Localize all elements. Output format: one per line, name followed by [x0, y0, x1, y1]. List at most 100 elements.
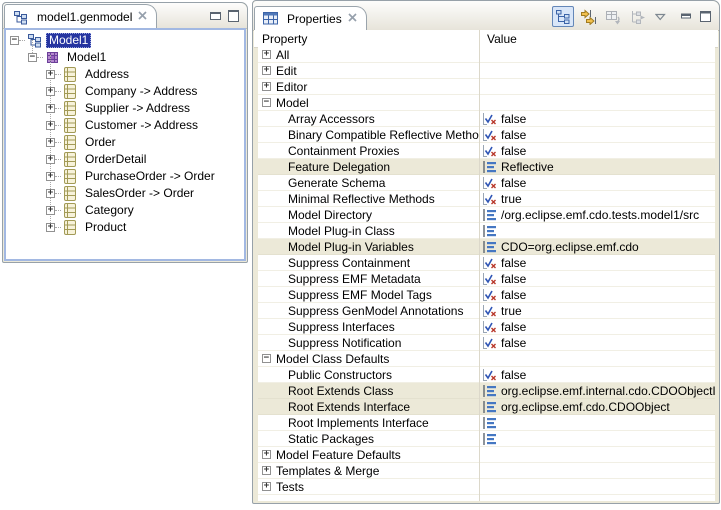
- property-value-cell[interactable]: false: [479, 368, 715, 382]
- tree-item-label[interactable]: Supplier -> Address: [82, 101, 193, 116]
- tree-item-product[interactable]: + Product: [6, 219, 244, 236]
- expand-toggle[interactable]: +: [46, 206, 55, 215]
- property-value-cell[interactable]: false: [479, 144, 715, 158]
- property-value-cell[interactable]: true: [479, 304, 715, 318]
- property-row-minimal-reflective-methods[interactable]: Minimal Reflective Methodstrue: [258, 191, 715, 207]
- property-value-cell[interactable]: /org.eclipse.emf.cdo.tests.model1/src: [479, 208, 715, 222]
- category-row-model-feature-defaults[interactable]: +Model Feature Defaults: [258, 447, 715, 463]
- tree-item-label[interactable]: OrderDetail: [82, 152, 149, 167]
- property-row-model-directory[interactable]: Model Directory/org.eclipse.emf.cdo.test…: [258, 207, 715, 223]
- view-menu-icon[interactable]: [652, 6, 668, 27]
- tree-item-model1[interactable]: − Model1: [6, 32, 244, 49]
- expand-toggle[interactable]: +: [262, 82, 271, 91]
- tree-item-supplier-address[interactable]: + Supplier -> Address: [6, 100, 244, 117]
- minimize-icon[interactable]: [210, 12, 221, 20]
- tree-item-address[interactable]: + Address: [6, 66, 244, 83]
- category-row-tests[interactable]: +Tests: [258, 479, 715, 495]
- property-value-cell[interactable]: false: [479, 272, 715, 286]
- property-value-cell[interactable]: [479, 224, 715, 238]
- expand-toggle[interactable]: +: [46, 104, 55, 113]
- category-row-model-class-defaults[interactable]: −Model Class Defaults: [258, 351, 715, 367]
- property-value-cell[interactable]: false: [479, 128, 715, 142]
- property-row-generate-schema[interactable]: Generate Schemafalse: [258, 175, 715, 191]
- property-row-suppress-emf-metadata[interactable]: Suppress EMF Metadatafalse: [258, 271, 715, 287]
- column-header-value[interactable]: Value: [480, 32, 517, 46]
- property-row-containment-proxies[interactable]: Containment Proxiesfalse: [258, 143, 715, 159]
- expand-toggle[interactable]: +: [262, 466, 271, 475]
- category-row-editor[interactable]: +Editor: [258, 79, 715, 95]
- property-row-model-plug-in-variables[interactable]: Model Plug-in VariablesCDO=org.eclipse.e…: [258, 239, 715, 255]
- tree-item-customer-address[interactable]: + Customer -> Address: [6, 117, 244, 134]
- property-row-suppress-notification[interactable]: Suppress Notificationfalse: [258, 335, 715, 351]
- property-row-suppress-interfaces[interactable]: Suppress Interfacesfalse: [258, 319, 715, 335]
- expand-toggle[interactable]: +: [262, 66, 271, 75]
- category-row-edit[interactable]: +Edit: [258, 63, 715, 79]
- property-value-cell[interactable]: [479, 416, 715, 430]
- property-row-suppress-genmodel-annotations[interactable]: Suppress GenModel Annotationstrue: [258, 303, 715, 319]
- tree-item-purchaseorder-order[interactable]: + PurchaseOrder -> Order: [6, 168, 244, 185]
- show-categories-icon[interactable]: [552, 6, 574, 27]
- tree-item-label[interactable]: PurchaseOrder -> Order: [82, 169, 218, 184]
- tree-item-label[interactable]: Model1: [46, 33, 91, 48]
- property-value-cell[interactable]: org.eclipse.emf.internal.cdo.CDOObjectIm…: [479, 384, 715, 398]
- tree-item-model1[interactable]: − Model1: [6, 49, 244, 66]
- tree-item-label[interactable]: Company -> Address: [82, 84, 200, 99]
- tree-item-order[interactable]: + Order: [6, 134, 244, 151]
- property-value-cell[interactable]: false: [479, 336, 715, 350]
- property-value-cell[interactable]: Reflective: [479, 160, 715, 174]
- expand-toggle[interactable]: +: [262, 50, 271, 59]
- property-row-static-packages[interactable]: Static Packages: [258, 431, 715, 447]
- property-row-root-extends-interface[interactable]: Root Extends Interfaceorg.eclipse.emf.cd…: [258, 399, 715, 415]
- property-value-cell[interactable]: false: [479, 256, 715, 270]
- property-value-cell[interactable]: CDO=org.eclipse.emf.cdo: [479, 240, 715, 254]
- close-icon[interactable]: [347, 12, 358, 26]
- category-row-templates-merge[interactable]: +Templates & Merge: [258, 463, 715, 479]
- tree-item-label[interactable]: Customer -> Address: [82, 118, 201, 133]
- tree-item-label[interactable]: Product: [82, 220, 129, 235]
- property-value-cell[interactable]: org.eclipse.emf.cdo.CDOObject: [479, 400, 715, 414]
- tab-properties[interactable]: Properties: [254, 6, 367, 31]
- property-row-public-constructors[interactable]: Public Constructorsfalse: [258, 367, 715, 383]
- expand-toggle[interactable]: −: [262, 98, 271, 107]
- tree-item-orderdetail[interactable]: + OrderDetail: [6, 151, 244, 168]
- minimize-icon[interactable]: [678, 6, 694, 27]
- property-value-cell[interactable]: false: [479, 176, 715, 190]
- expand-toggle[interactable]: +: [46, 70, 55, 79]
- expand-toggle[interactable]: +: [46, 138, 55, 147]
- property-row-binary-compatible-reflective-methods[interactable]: Binary Compatible Reflective Methodsfals…: [258, 127, 715, 143]
- category-row-model[interactable]: −Model: [258, 95, 715, 111]
- property-value-cell[interactable]: true: [479, 192, 715, 206]
- tab-model1-genmodel[interactable]: model1.genmodel: [4, 4, 157, 29]
- property-value-cell[interactable]: false: [479, 288, 715, 302]
- column-header-property[interactable]: Property: [254, 30, 480, 47]
- expand-toggle[interactable]: +: [46, 121, 55, 130]
- tree-item-label[interactable]: Order: [82, 135, 119, 150]
- expand-toggle[interactable]: +: [262, 450, 271, 459]
- property-value-cell[interactable]: false: [479, 320, 715, 334]
- property-row-array-accessors[interactable]: Array Accessorsfalse: [258, 111, 715, 127]
- property-row-suppress-containment[interactable]: Suppress Containmentfalse: [258, 255, 715, 271]
- expand-toggle[interactable]: +: [46, 189, 55, 198]
- expand-toggle[interactable]: −: [28, 53, 37, 62]
- maximize-icon[interactable]: [697, 6, 713, 27]
- expand-toggle[interactable]: +: [46, 223, 55, 232]
- property-value-cell[interactable]: false: [479, 112, 715, 126]
- expand-toggle[interactable]: +: [46, 155, 55, 164]
- tree-item-label[interactable]: SalesOrder -> Order: [82, 186, 197, 201]
- property-row-feature-delegation[interactable]: Feature DelegationReflective: [258, 159, 715, 175]
- tree-item-label[interactable]: Model1: [64, 50, 109, 65]
- show-advanced-icon[interactable]: [577, 6, 599, 27]
- property-row-suppress-emf-model-tags[interactable]: Suppress EMF Model Tagsfalse: [258, 287, 715, 303]
- tree-item-label[interactable]: Address: [82, 67, 132, 82]
- close-icon[interactable]: [137, 10, 148, 24]
- property-row-model-plug-in-class[interactable]: Model Plug-in Class: [258, 223, 715, 239]
- property-value-cell[interactable]: [479, 432, 715, 446]
- tree-item-salesorder-order[interactable]: + SalesOrder -> Order: [6, 185, 244, 202]
- tree-item-label[interactable]: Category: [82, 203, 137, 218]
- expand-toggle[interactable]: −: [10, 36, 19, 45]
- expand-toggle[interactable]: +: [46, 87, 55, 96]
- property-row-root-implements-interface[interactable]: Root Implements Interface: [258, 415, 715, 431]
- category-row-all[interactable]: +All: [258, 47, 715, 63]
- expand-toggle[interactable]: +: [46, 172, 55, 181]
- expand-toggle[interactable]: −: [262, 354, 271, 363]
